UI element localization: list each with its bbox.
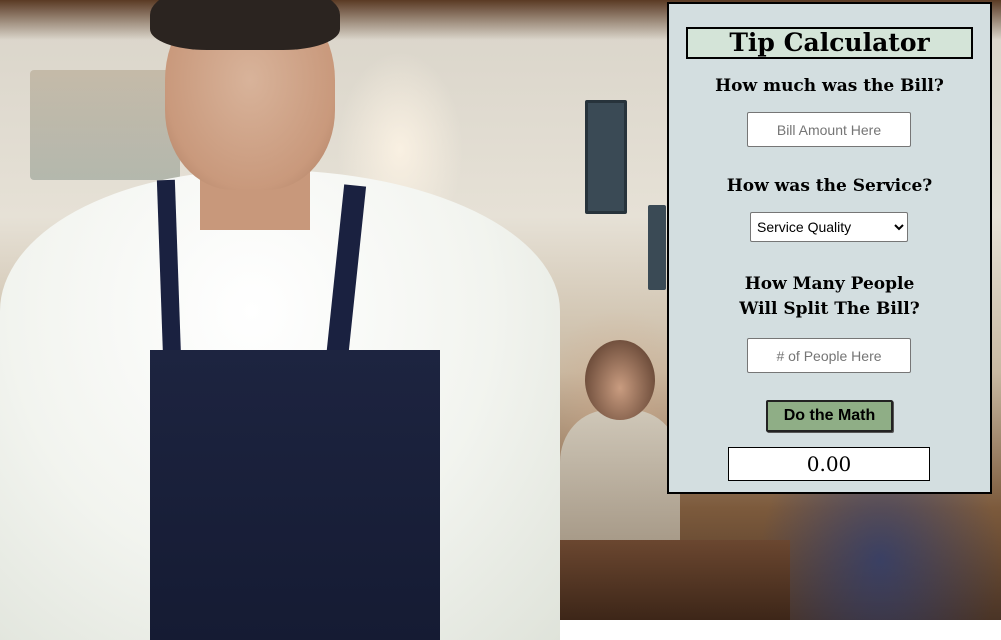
bill-amount-input[interactable] (747, 112, 911, 147)
background-frame-small (648, 205, 666, 290)
service-select-wrapper: Service Quality (750, 212, 908, 242)
do-the-math-button[interactable]: Do the Math (766, 400, 893, 432)
background-table (530, 540, 790, 620)
tip-calculator-panel: Tip Calculator How much was the Bill? Ho… (667, 2, 992, 494)
bill-question-label: How much was the Bill? (715, 76, 944, 96)
people-count-input[interactable] (747, 338, 911, 373)
calculator-title: Tip Calculator (686, 27, 973, 59)
background-frame (585, 100, 627, 214)
tip-result-display: 0.00 (728, 447, 930, 481)
service-question-label: How was the Service? (726, 176, 933, 196)
background-guest-body (560, 410, 680, 540)
service-quality-select[interactable]: Service Quality (750, 212, 908, 242)
people-question-label: How Many People Will Split The Bill? (669, 272, 990, 322)
people-question-line2: Will Split The Bill? (739, 299, 920, 319)
people-question-line1: How Many People (744, 274, 915, 294)
waiter-hair (150, 0, 340, 50)
background-shelf (30, 70, 180, 180)
background-guest-head (585, 340, 655, 420)
waiter-apron (150, 350, 440, 640)
